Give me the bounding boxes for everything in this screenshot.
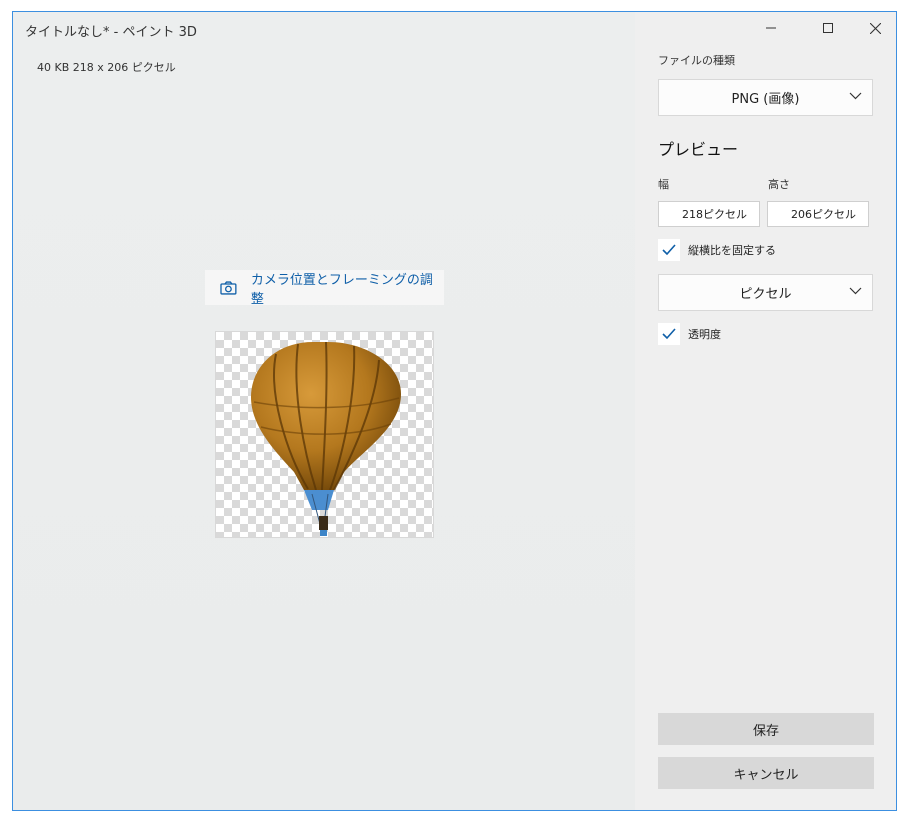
camera-framing-label: カメラ位置とフレーミングの調整 [250,272,433,307]
chevron-down-icon [849,92,862,100]
camera-icon [220,280,237,295]
file-info: 40 KB 218 x 206 ピクセル [37,61,176,74]
chevron-down-icon [849,287,862,295]
unit-value: ピクセル [739,287,792,302]
minimize-icon [766,27,776,29]
camera-framing-button[interactable]: カメラ位置とフレーミングの調整 [205,270,444,307]
save-button[interactable]: 保存 [658,713,874,745]
maximize-icon [823,23,833,33]
file-type-value: PNG (画像) [731,92,800,107]
height-label: 高さ [768,178,790,191]
preview-area: タイトルなし* - ペイント 3D 40 KB 218 x 206 ピクセル カ… [13,12,635,810]
checkmark-icon [662,328,676,340]
maximize-button[interactable] [805,12,851,44]
cancel-button[interactable]: キャンセル [658,757,874,789]
hot-air-balloon-image [251,341,401,536]
export-settings-panel: ファイルの種類 PNG (画像) プレビュー 幅 高さ 218ピクセル 206ピ… [635,12,896,810]
transparency-row: 透明度 [658,323,721,345]
unit-dropdown[interactable]: ピクセル [658,274,873,311]
minimize-button[interactable] [748,12,794,44]
transparency-label: 透明度 [688,328,721,341]
save-as-window: タイトルなし* - ペイント 3D 40 KB 218 x 206 ピクセル カ… [12,11,897,811]
width-label: 幅 [658,178,669,191]
window-title: タイトルなし* - ペイント 3D [25,25,197,40]
lock-aspect-label: 縦横比を固定する [688,244,776,257]
close-button[interactable] [852,12,896,44]
width-input[interactable]: 218ピクセル [658,201,760,227]
file-type-dropdown[interactable]: PNG (画像) [658,79,873,116]
transparency-checkbox[interactable] [658,323,680,345]
file-type-label: ファイルの種類 [658,54,735,67]
preview-section-title: プレビュー [658,140,739,159]
lock-aspect-checkbox[interactable] [658,239,680,261]
height-input[interactable]: 206ピクセル [767,201,869,227]
image-preview [215,331,434,538]
close-icon [869,22,881,34]
lock-aspect-row: 縦横比を固定する [658,239,776,261]
checkmark-icon [662,244,676,256]
